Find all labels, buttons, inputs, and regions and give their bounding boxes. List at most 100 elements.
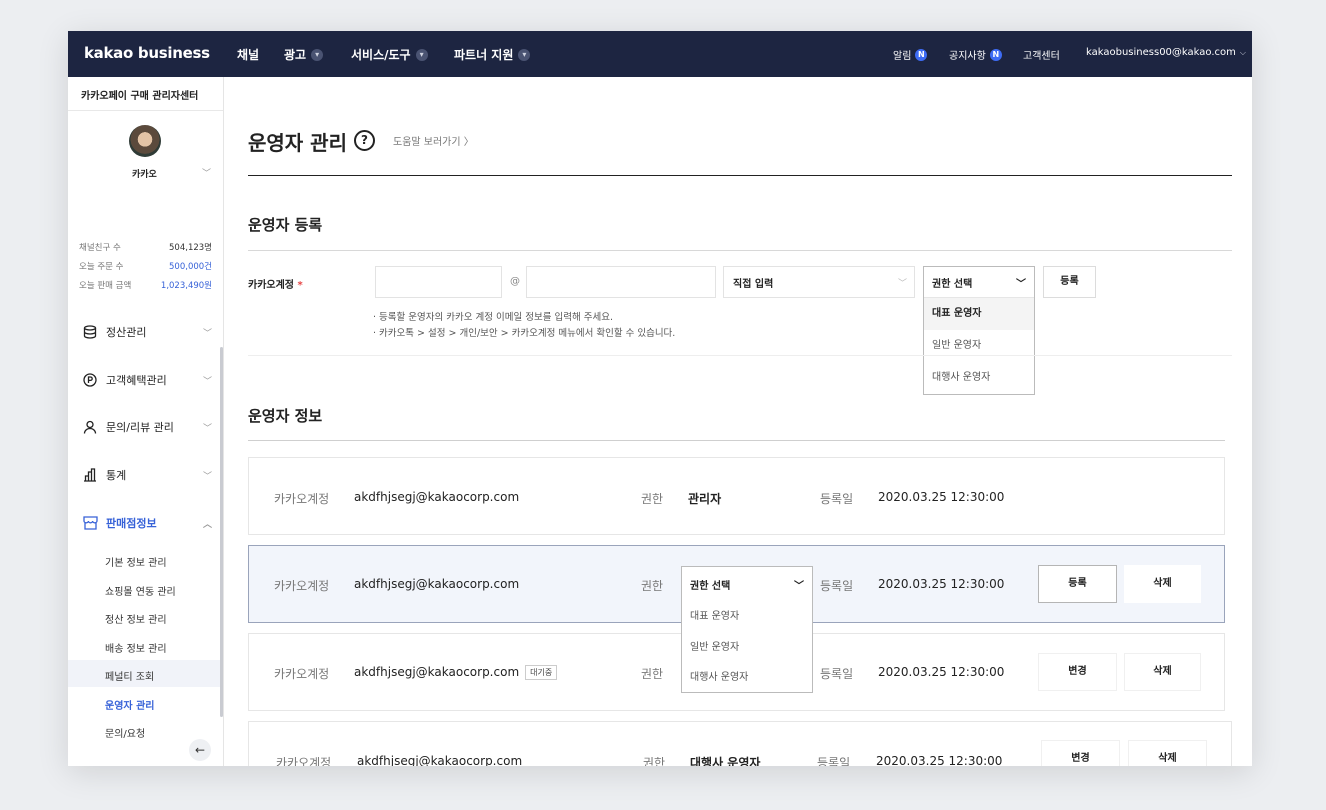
role-option-main[interactable]: 대표 운영자	[924, 298, 1034, 330]
role-option-agency[interactable]: 대행사 운영자	[924, 362, 1034, 394]
chevron-down-icon: ﹀	[202, 328, 212, 339]
kakao-business-logo[interactable]: kakao business	[84, 44, 210, 62]
nav-ad[interactable]: 광고 ▾	[284, 46, 324, 63]
register-role-button[interactable]: 등록	[1038, 565, 1117, 603]
store-icon	[82, 515, 98, 531]
submenu-settlement-info[interactable]: 정산 정보 관리	[105, 611, 167, 626]
register-button[interactable]: 등록	[1043, 266, 1096, 298]
operator-date: 2020.03.25 12:30:00	[876, 754, 1003, 766]
role-option-main[interactable]: 대표 운영자	[682, 601, 812, 632]
nav-support[interactable]: 고객센터	[1023, 47, 1060, 62]
role-option-general[interactable]: 일반 운영자	[682, 632, 812, 663]
operator-date: 2020.03.25 12:30:00	[878, 665, 1005, 679]
operator-role: 대행사 운영자	[690, 756, 761, 766]
chevron-down-icon: ﹀	[202, 423, 212, 434]
nav-account-menu[interactable]: kakaobusiness00@kakao.com ⌵	[1086, 47, 1246, 58]
delete-button[interactable]: 삭제	[1124, 565, 1201, 603]
chevron-up-icon: ︿	[202, 519, 212, 530]
chevron-down-icon: ▾	[311, 48, 324, 61]
delete-button[interactable]: 삭제	[1124, 653, 1201, 691]
change-button[interactable]: 변경	[1041, 740, 1120, 766]
point-icon	[82, 372, 98, 388]
chevron-down-icon: ﹀	[202, 376, 212, 387]
profile-name: 카카오	[132, 170, 157, 180]
operator-date: 2020.03.25 12:30:00	[878, 490, 1005, 504]
chevron-down-icon: ▾	[415, 48, 428, 61]
profile-chevron-down-icon[interactable]: ﹀	[202, 166, 211, 179]
section-divider	[248, 250, 1232, 251]
chevron-down-icon: ﹀	[898, 279, 908, 289]
app-window: kakao business 채널 광고 ▾ 서비스/도구 ▾ 파트너 지원 ▾ 알림…	[68, 31, 1252, 766]
at-sign: @	[510, 276, 520, 287]
submenu-penalty[interactable]: 페널티 조회	[105, 668, 154, 683]
nav-notice[interactable]: 공지사항 N	[949, 47, 1002, 62]
section-divider	[248, 355, 1232, 356]
row-role-select-dropdown[interactable]: 권한 선택 ﹀ 대표 운영자 일반 운영자 대행사 운영자	[681, 566, 813, 693]
operator-row: 카카오계정 akdfhjsegj@kakaocorp.com 권한 대행사 운영…	[248, 721, 1232, 766]
submenu-basic-info[interactable]: 기본 정보 관리	[105, 554, 167, 569]
operator-role: 관리자	[688, 492, 722, 506]
operator-email: akdfhjsegj@kakaocorp.com	[354, 490, 520, 504]
role-select-dropdown[interactable]: 권한 선택 ﹀ 대표 운영자 일반 운영자 대행사 운영자	[923, 266, 1035, 395]
waiting-badge: 대기중	[525, 665, 558, 680]
new-badge: N	[989, 48, 1002, 61]
operator-row: 카카오계정 akdfhjsegj@kakaocorp.com 권한 관리자 등록…	[248, 457, 1225, 535]
row-role-select[interactable]: 권한 선택 ﹀	[682, 567, 812, 601]
sidebar-item-customer-benefit[interactable]: 고객혜택관리 ﹀	[82, 372, 212, 388]
stat-today-orders: 오늘 주문 수 500,000건	[79, 262, 212, 272]
submenu-inquiry-request[interactable]: 문의/요청	[105, 725, 145, 740]
arrow-left-icon: ←	[194, 743, 206, 757]
change-button[interactable]: 변경	[1038, 653, 1117, 691]
submenu-shipping-info[interactable]: 배송 정보 관리	[105, 640, 167, 655]
register-hint: · 등록할 운영자의 카카오 계정 이메일 정보를 입력해 주세요.	[373, 312, 613, 323]
nav-alarm[interactable]: 알림 N	[893, 47, 928, 62]
title-divider	[248, 175, 1232, 176]
account-domain-input[interactable]	[526, 266, 716, 298]
account-label: 카카오계정 *	[248, 280, 303, 291]
operator-date: 2020.03.25 12:30:00	[878, 577, 1005, 591]
section-divider	[248, 440, 1225, 441]
sidebar-scrollbar[interactable]	[220, 347, 223, 717]
chevron-down-icon: ﹀	[794, 580, 804, 592]
new-badge: N	[915, 48, 928, 61]
operator-email: akdfhjsegj@kakaocorp.com 대기중	[354, 665, 558, 680]
operator-email: akdfhjsegj@kakaocorp.com	[354, 577, 520, 591]
submenu-operator-management[interactable]: 운영자 관리	[105, 697, 154, 712]
chevron-down-icon: ⌵	[1239, 47, 1246, 57]
bar-chart-icon	[82, 467, 98, 483]
chevron-down-icon: ﹀	[1016, 278, 1026, 290]
operator-email: akdfhjsegj@kakaocorp.com	[357, 754, 523, 766]
nav-channel[interactable]: 채널	[237, 46, 259, 63]
database-icon	[82, 324, 98, 340]
sidebar: 카카오페이 구매 관리자센터 카카오 ﹀ 채널친구 수 504,123명 오늘 주…	[68, 77, 224, 766]
top-nav: kakao business 채널 광고 ▾ 서비스/도구 ▾ 파트너 지원 ▾ 알림…	[68, 31, 1252, 77]
chevron-down-icon: ﹀	[202, 471, 212, 482]
role-option-general[interactable]: 일반 운영자	[924, 330, 1034, 362]
submenu-mall-link[interactable]: 쇼핑몰 연동 관리	[105, 583, 176, 598]
account-id-input[interactable]	[375, 266, 502, 298]
role-select[interactable]: 권한 선택 ﹀	[924, 267, 1034, 298]
avatar	[129, 125, 161, 157]
sidebar-title: 카카오페이 구매 관리자센터	[68, 77, 223, 111]
collapse-sidebar-button[interactable]: ←	[189, 739, 211, 761]
sidebar-item-statistics[interactable]: 통계 ﹀	[82, 467, 212, 483]
help-link[interactable]: 도움말 보러가기 〉	[393, 133, 474, 148]
stat-today-sales: 오늘 판매 금액 1,023,490원	[79, 281, 212, 291]
sidebar-item-settlement[interactable]: 정산관리 ﹀	[82, 324, 212, 340]
domain-select-value: 직접 입력	[733, 279, 774, 290]
register-hint: · 카카오톡 > 설정 > 개인/보안 > 카카오계정 메뉴에서 확인할 수 있…	[373, 328, 676, 339]
info-heading: 운영자 정보	[248, 407, 323, 425]
sidebar-item-store-info[interactable]: 판매점정보 ︿	[82, 515, 212, 531]
nav-partner-support[interactable]: 파트너 지원 ▾	[454, 46, 531, 63]
help-icon[interactable]: ?	[354, 130, 375, 151]
nav-service-tools[interactable]: 서비스/도구 ▾	[351, 46, 428, 63]
stat-channel-friends: 채널친구 수 504,123명	[79, 243, 212, 253]
user-icon	[82, 419, 98, 435]
page-title: 운영자 관리	[248, 131, 347, 155]
role-option-agency[interactable]: 대행사 운영자	[682, 663, 812, 692]
delete-button[interactable]: 삭제	[1128, 740, 1207, 766]
main-content: 운영자 관리 ? 도움말 보러가기 〉 운영자 등록 카카오계정 * @ 직접 …	[248, 77, 1232, 766]
sidebar-item-inquiry-review[interactable]: 문의/리뷰 관리 ﹀	[82, 419, 212, 435]
chevron-down-icon: ▾	[518, 48, 531, 61]
register-heading: 운영자 등록	[248, 216, 323, 234]
